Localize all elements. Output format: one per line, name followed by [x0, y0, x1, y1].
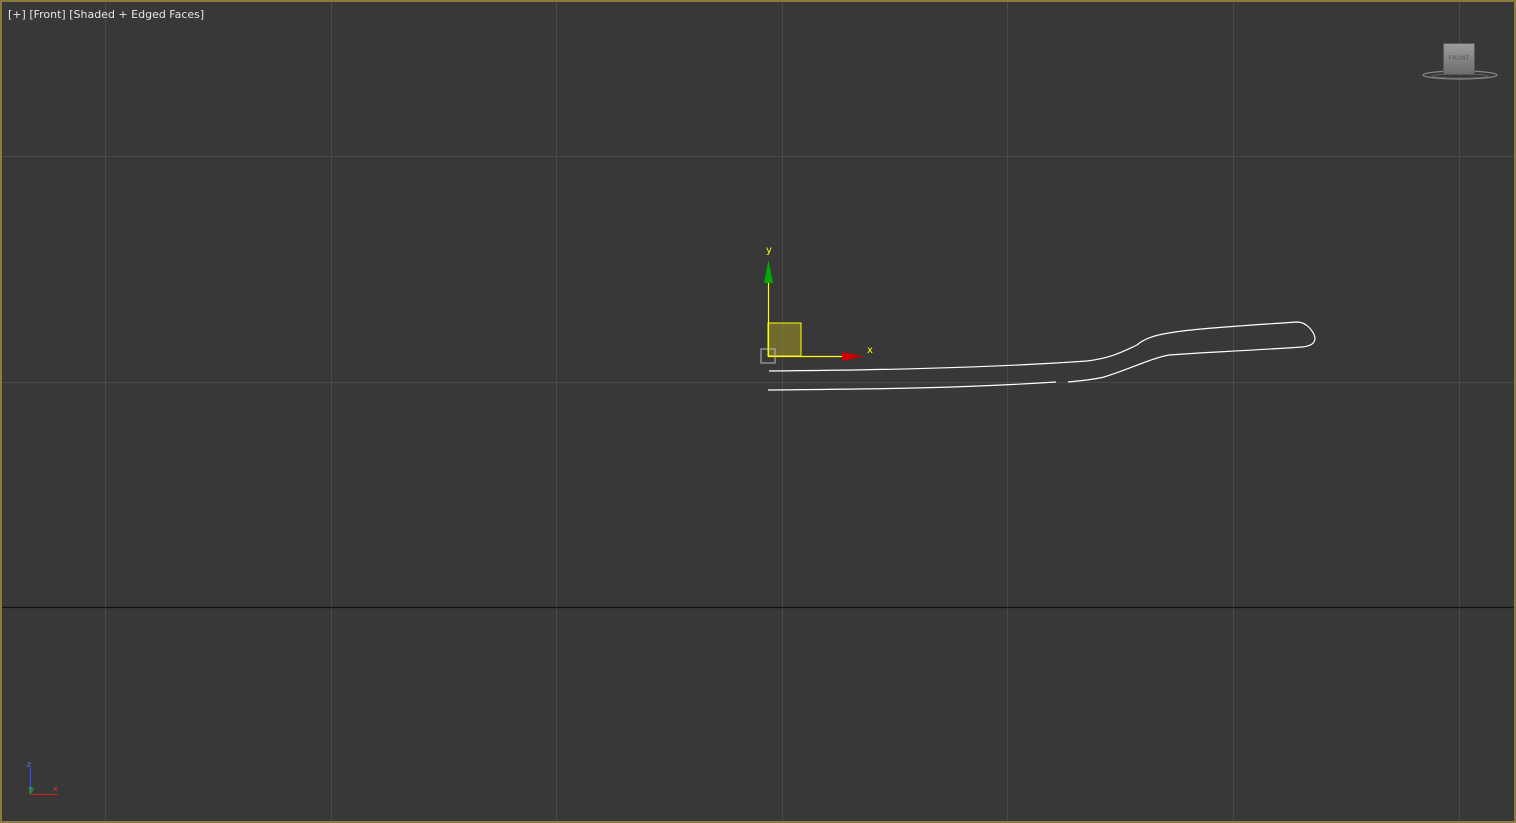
viewport-view-menu[interactable]: [Front]	[29, 8, 65, 21]
viewport-label[interactable]: [+] [Front] [Shaded + Edged Faces]	[8, 8, 204, 21]
grid	[2, 2, 1514, 821]
axis-tripod: z y x	[27, 760, 58, 795]
gizmo-y-label: y	[766, 245, 772, 256]
tripod-x-label: x	[53, 784, 58, 793]
tripod-z-label: z	[27, 760, 31, 769]
viewport-canvas[interactable]: y x z y x	[2, 2, 1514, 821]
viewport-menu-plus[interactable]: [+]	[8, 8, 26, 21]
spline-lower-edge[interactable]	[767, 381, 1057, 391]
tripod-y-label: y	[28, 784, 33, 793]
gizmo-x-arrowhead[interactable]	[842, 352, 864, 361]
transform-gizmo[interactable]: y x	[760, 245, 873, 364]
viewcube-front-face[interactable]: FRONT	[1443, 43, 1475, 75]
viewport-shading-menu[interactable]: [Shaded + Edged Faces]	[69, 8, 204, 21]
gizmo-y-arrowhead[interactable]	[764, 260, 773, 283]
front-viewport[interactable]: y x z y x [+] [Front] [Shaded + Edged Fa…	[0, 0, 1516, 823]
viewcube[interactable]: FRONT	[1420, 40, 1500, 84]
gizmo-xy-plane-handle[interactable]	[767, 322, 802, 357]
gizmo-x-label: x	[867, 345, 873, 356]
